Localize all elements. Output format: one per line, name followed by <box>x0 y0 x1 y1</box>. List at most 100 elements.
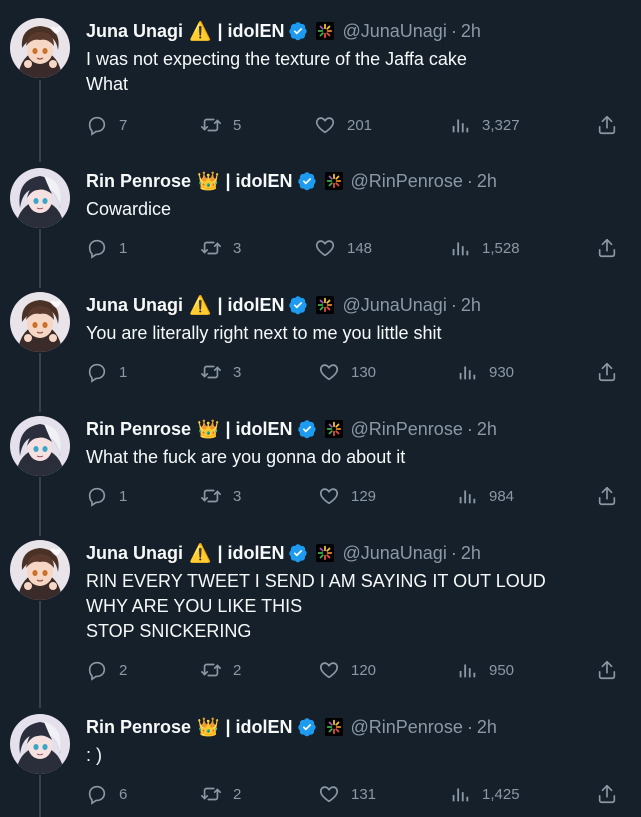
tweet-text: You are literally right next to me you l… <box>86 323 442 343</box>
views-button[interactable]: 950 <box>456 659 514 681</box>
reply-button[interactable]: 1 <box>86 485 127 507</box>
retweet-button[interactable]: 5 <box>200 114 241 136</box>
affiliate-badge-icon[interactable] <box>316 544 335 562</box>
reply-icon <box>86 114 108 136</box>
avatar[interactable] <box>10 168 70 228</box>
retweet-icon <box>200 659 222 681</box>
verified-icon[interactable] <box>297 419 317 439</box>
views-count: 1,528 <box>482 239 520 257</box>
verified-icon[interactable] <box>297 717 317 737</box>
display-name[interactable]: Juna Unagi <box>86 21 183 42</box>
retweet-button[interactable]: 3 <box>200 237 241 259</box>
verified-icon[interactable] <box>288 21 308 41</box>
tweet[interactable]: Juna Unagi ⚠️ | idolEN @JunaUnagi · 2h R… <box>0 522 641 696</box>
avatar[interactable] <box>10 292 70 352</box>
share-button[interactable] <box>596 114 618 136</box>
share-icon <box>596 361 618 383</box>
reply-button[interactable]: 6 <box>86 783 127 805</box>
timestamp[interactable]: 2h <box>477 419 497 440</box>
retweet-count: 5 <box>233 116 242 134</box>
views-button[interactable]: 1,528 <box>449 237 520 259</box>
share-button[interactable] <box>596 485 618 507</box>
reply-button[interactable]: 1 <box>86 361 127 383</box>
retweet-button[interactable]: 2 <box>200 659 241 681</box>
retweet-icon <box>200 114 222 136</box>
affiliate-badge-icon[interactable] <box>324 172 343 190</box>
retweet-button[interactable]: 3 <box>200 361 241 383</box>
verified-icon[interactable] <box>288 295 308 315</box>
affiliate-badge-icon[interactable] <box>324 718 343 736</box>
handle[interactable]: @RinPenrose <box>351 171 463 192</box>
avatar[interactable] <box>10 416 70 476</box>
reply-count: 6 <box>119 785 128 803</box>
handle[interactable]: @JunaUnagi <box>342 21 446 42</box>
views-button[interactable]: 1,425 <box>449 783 520 805</box>
reply-button[interactable]: 2 <box>86 659 127 681</box>
tweet-header: Juna Unagi ⚠️ | idolEN @JunaUnagi · 2h <box>86 19 481 43</box>
separator-dot: · <box>466 170 473 191</box>
timestamp[interactable]: 2h <box>461 21 481 42</box>
tweet[interactable]: Rin Penrose 👑 | idolEN @RinPenrose · 2h … <box>0 150 641 274</box>
affiliate-badge-icon[interactable] <box>316 22 335 40</box>
avatar[interactable] <box>10 714 70 774</box>
share-button[interactable] <box>596 237 618 259</box>
tweet[interactable]: Juna Unagi ⚠️ | idolEN @JunaUnagi · 2h I… <box>0 0 641 150</box>
handle[interactable]: @RinPenrose <box>351 419 463 440</box>
views-button[interactable]: 930 <box>456 361 514 383</box>
handle[interactable]: @RinPenrose <box>351 717 463 738</box>
share-button[interactable] <box>596 783 618 805</box>
timestamp[interactable]: 2h <box>461 543 481 564</box>
affiliation: | idolEN <box>225 418 293 439</box>
views-button[interactable]: 3,327 <box>449 114 520 136</box>
display-name[interactable]: Rin Penrose <box>86 171 191 192</box>
share-icon <box>596 485 618 507</box>
retweet-icon <box>200 783 222 805</box>
share-button[interactable] <box>596 361 618 383</box>
display-name[interactable]: Juna Unagi <box>86 543 183 564</box>
retweet-button[interactable]: 3 <box>200 485 241 507</box>
handle[interactable]: @JunaUnagi <box>342 295 446 316</box>
like-button[interactable]: 130 <box>318 361 376 383</box>
like-button[interactable]: 201 <box>314 114 372 136</box>
avatar[interactable] <box>10 18 70 78</box>
reply-button[interactable]: 1 <box>86 237 127 259</box>
like-button[interactable]: 129 <box>318 485 376 507</box>
reply-count: 1 <box>119 239 128 257</box>
retweet-count: 3 <box>233 363 242 381</box>
reply-icon <box>86 659 108 681</box>
heart-icon <box>314 237 336 259</box>
timestamp[interactable]: 2h <box>477 171 497 192</box>
avatar[interactable] <box>10 540 70 600</box>
separator-dot: · <box>450 542 457 563</box>
verified-icon[interactable] <box>297 171 317 191</box>
like-button[interactable]: 131 <box>318 783 376 805</box>
like-button[interactable]: 148 <box>314 237 372 259</box>
heart-icon <box>318 485 340 507</box>
display-name[interactable]: Juna Unagi <box>86 295 183 316</box>
retweet-count: 2 <box>233 785 242 803</box>
retweet-count: 3 <box>233 487 242 505</box>
retweet-icon <box>200 485 222 507</box>
tweet-actions: 7 5 201 3,327 <box>86 114 626 140</box>
affiliate-badge-icon[interactable] <box>316 296 335 314</box>
tweet[interactable]: Juna Unagi ⚠️ | idolEN @JunaUnagi · 2h Y… <box>0 274 641 398</box>
tweet[interactable]: Rin Penrose 👑 | idolEN @RinPenrose · 2h … <box>0 398 641 522</box>
timestamp[interactable]: 2h <box>461 295 481 316</box>
tweet-text: I was not expecting the texture of the J… <box>86 49 467 94</box>
handle[interactable]: @JunaUnagi <box>342 543 446 564</box>
tweet[interactable]: Rin Penrose 👑 | idolEN @RinPenrose · 2h … <box>0 696 641 817</box>
display-name[interactable]: Rin Penrose <box>86 717 191 738</box>
views-count: 930 <box>489 363 515 381</box>
verified-icon[interactable] <box>288 543 308 563</box>
heart-icon <box>318 783 340 805</box>
timestamp[interactable]: 2h <box>477 717 497 738</box>
views-icon <box>449 114 471 136</box>
share-button[interactable] <box>596 659 618 681</box>
affiliate-badge-icon[interactable] <box>324 420 343 438</box>
display-name[interactable]: Rin Penrose <box>86 419 191 440</box>
views-button[interactable]: 984 <box>456 485 514 507</box>
retweet-button[interactable]: 2 <box>200 783 241 805</box>
reply-button[interactable]: 7 <box>86 114 127 136</box>
like-button[interactable]: 120 <box>318 659 376 681</box>
tweet-actions: 6 2 131 1,425 <box>86 783 626 809</box>
